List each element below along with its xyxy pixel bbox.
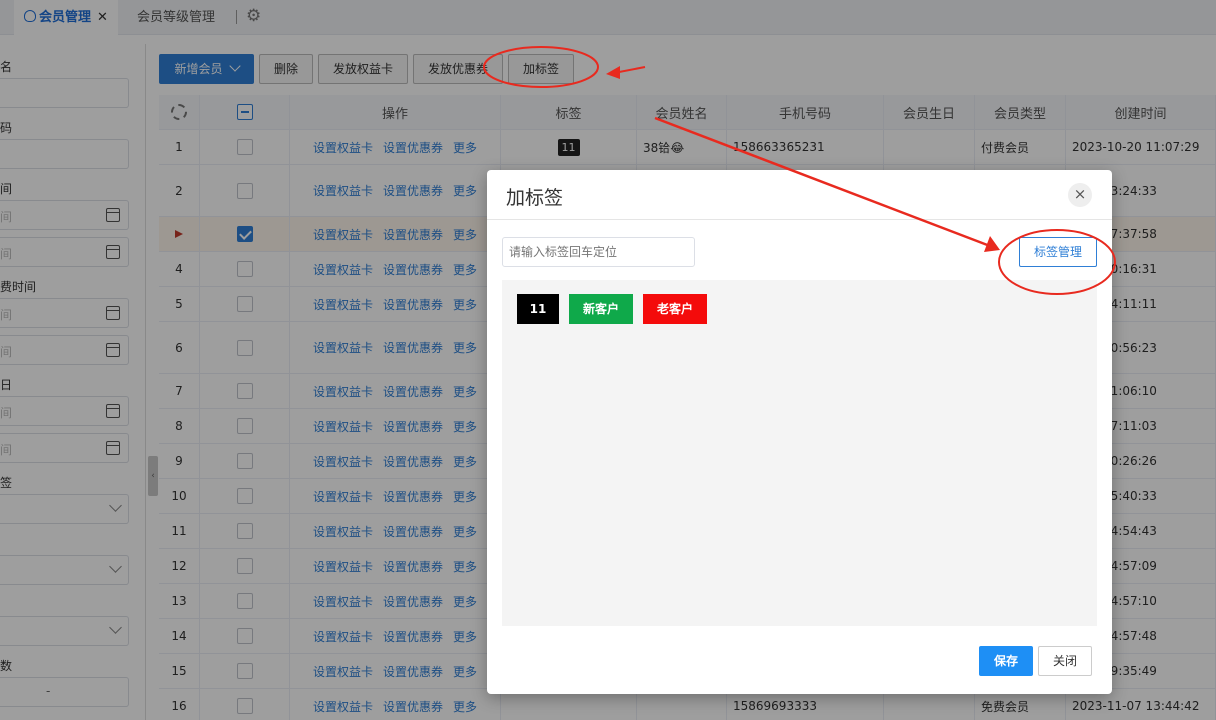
close-button[interactable]: 关闭	[1038, 646, 1092, 676]
tag-option[interactable]: 11	[517, 294, 559, 324]
tag-list-area: 11 新客户 老客户	[502, 280, 1097, 626]
add-tag-dialog: 加标签 × 标签管理 11 新客户 老客户 保存 关闭	[487, 170, 1112, 694]
tag-option[interactable]: 老客户	[643, 294, 707, 324]
tag-search-input[interactable]	[502, 237, 695, 267]
dialog-title: 加标签	[506, 187, 564, 209]
dialog-divider	[487, 219, 1112, 220]
save-button[interactable]: 保存	[979, 646, 1033, 676]
tag-management-button[interactable]: 标签管理	[1019, 237, 1097, 267]
tag-option[interactable]: 新客户	[569, 294, 633, 324]
close-icon[interactable]: ×	[1068, 183, 1092, 207]
